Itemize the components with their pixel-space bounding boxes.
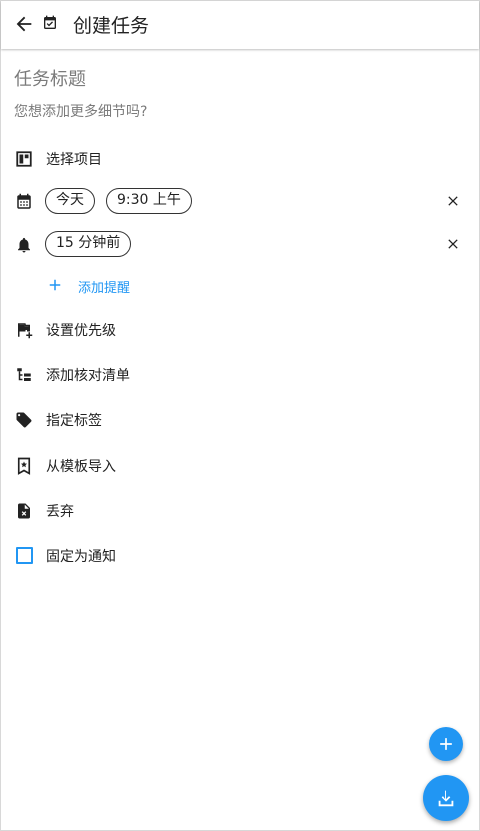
task-title-input[interactable]: 任务标题 <box>14 65 86 91</box>
checklist-tree-icon <box>17 368 31 381</box>
time-chip[interactable]: 9:30 上午 <box>106 188 192 214</box>
calendar-icon <box>17 193 31 209</box>
date-row: 今天 9:30 上午 <box>1 185 479 219</box>
import-template-row[interactable]: 从模板导入 <box>1 449 479 483</box>
reminder-row: 15 分钟前 <box>1 228 479 262</box>
save-fab-button[interactable] <box>423 775 469 821</box>
app-bar: 创建任务 <box>1 1 479 49</box>
assign-tags-row[interactable]: 指定标签 <box>1 403 479 437</box>
download-save-icon <box>438 790 454 807</box>
plus-icon <box>49 279 61 291</box>
add-checklist-label: 添加核对清单 <box>46 368 130 384</box>
set-priority-row[interactable]: 设置优先级 <box>1 313 479 347</box>
bell-icon <box>18 237 30 253</box>
select-project-row[interactable]: 选择项目 <box>1 142 479 176</box>
discard-row[interactable]: 丢弃 <box>1 494 479 528</box>
reminder-chip[interactable]: 15 分钟前 <box>45 231 132 257</box>
page-title: 创建任务 <box>73 15 150 37</box>
project-board-icon <box>16 151 32 167</box>
tag-icon <box>16 412 32 428</box>
add-checklist-row[interactable]: 添加核对清单 <box>1 358 479 392</box>
select-project-label: 选择项目 <box>46 152 102 168</box>
arrow-back-icon[interactable] <box>13 13 35 35</box>
import-template-label: 从模板导入 <box>46 459 116 475</box>
flag-add-icon <box>18 323 33 339</box>
pin-notification-checkbox[interactable] <box>16 547 33 564</box>
task-description-input[interactable]: 您想添加更多细节吗? <box>14 101 147 121</box>
discard-label: 丢弃 <box>46 504 74 520</box>
calendar-check-icon <box>44 15 56 29</box>
clear-date-icon[interactable] <box>445 193 461 209</box>
date-chip[interactable]: 今天 <box>45 188 95 214</box>
add-reminder-label: 添加提醒 <box>78 281 131 296</box>
pin-notification-row[interactable]: 固定为通知 <box>1 539 479 573</box>
add-fab-button[interactable] <box>429 727 463 761</box>
clear-reminder-icon[interactable] <box>445 236 461 252</box>
template-bookmark-icon <box>17 457 31 475</box>
assign-tags-label: 指定标签 <box>46 413 102 429</box>
discard-file-icon <box>18 503 30 519</box>
pin-notification-label: 固定为通知 <box>46 549 116 565</box>
plus-icon <box>440 738 452 750</box>
set-priority-label: 设置优先级 <box>46 323 116 339</box>
